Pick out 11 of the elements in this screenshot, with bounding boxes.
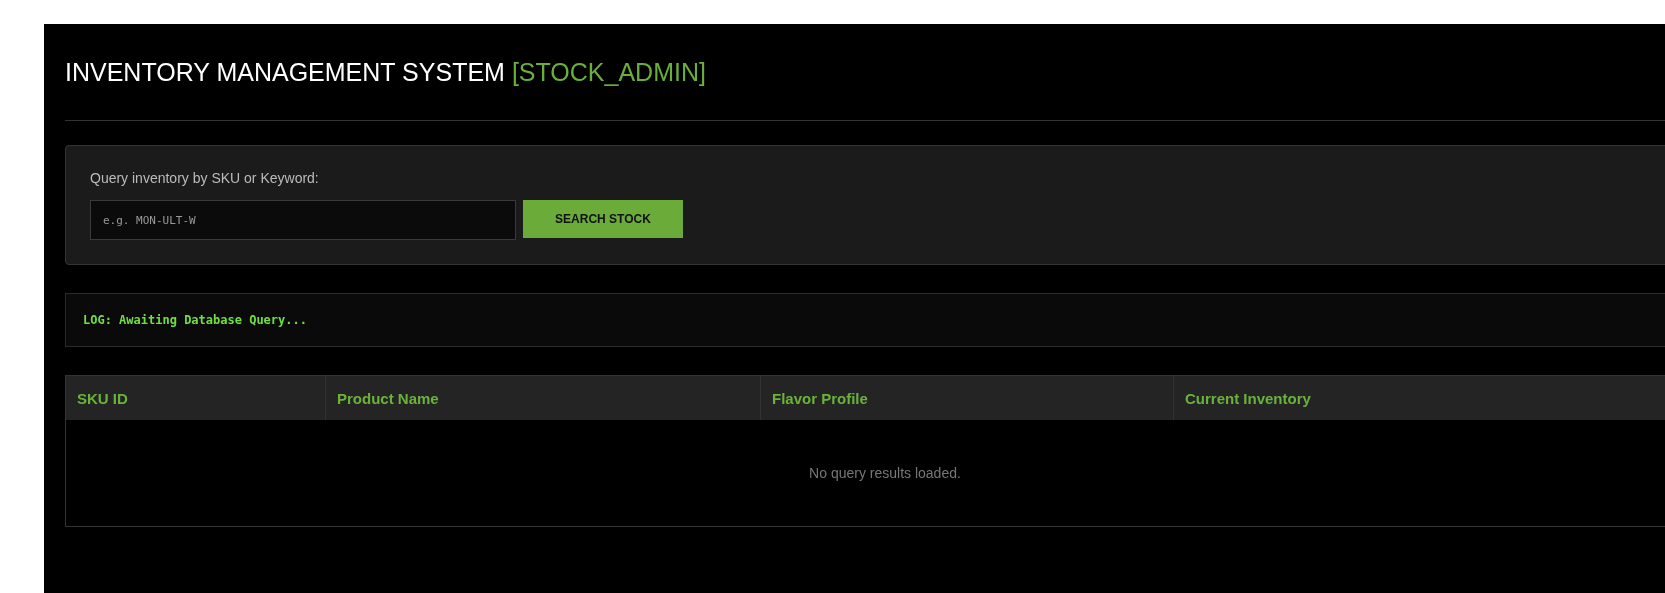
page-title: INVENTORY MANAGEMENT SYSTEM	[65, 57, 505, 87]
empty-message: No query results loaded.	[809, 465, 961, 481]
column-header: Product Name	[325, 376, 760, 420]
column-header: SKU ID	[76, 388, 129, 409]
search-label: Query inventory by SKU or Keyword:	[90, 170, 320, 186]
search-button[interactable]: SEARCH STOCK	[523, 200, 683, 238]
search-field[interactable]: e.g. MON-ULT-W	[90, 200, 516, 240]
log-message: LOG: Awaiting Database Query...	[83, 313, 307, 327]
column-header: Flavor Profile	[760, 376, 1173, 420]
column-header: Current Inventory	[1173, 376, 1665, 420]
role-label: [STOCK_ADMIN]	[511, 57, 706, 87]
